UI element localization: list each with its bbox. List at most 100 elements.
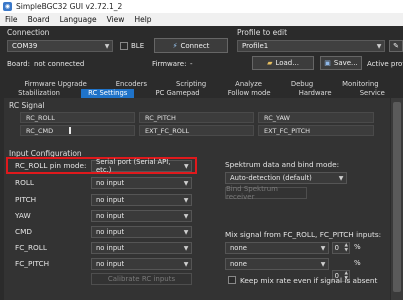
firmware-label: Firmware: [152, 60, 187, 68]
tab-pc-gamepad[interactable]: PC Gamepad [149, 89, 207, 98]
rc-signal-pitch: RC_PITCH [139, 112, 254, 123]
app-icon: ◉ [3, 2, 12, 11]
fc-roll-label: FC_ROLL [15, 243, 47, 252]
bind-spektrum-button[interactable]: Bind Spektrum receiver [225, 185, 307, 201]
tab-monitoring[interactable]: Monitoring [335, 80, 385, 89]
menu-view[interactable]: View [102, 15, 130, 24]
board-label: Board: [7, 60, 30, 68]
menu-help[interactable]: Help [129, 15, 156, 24]
save-button[interactable]: ▣ Save... [320, 56, 362, 70]
scrollbar-thumb[interactable] [393, 102, 401, 292]
rc-signal-ext-fc-pitch-label: EXT_FC_PITCH [264, 126, 311, 135]
pitch-label: PITCH [15, 195, 37, 204]
firmware-value: - [190, 60, 193, 68]
roll-input-value: no input [96, 179, 125, 187]
vertical-scrollbar[interactable] [391, 98, 403, 300]
profile-select[interactable]: Profile1 ▼ [237, 40, 385, 52]
menu-board[interactable]: Board [23, 15, 55, 24]
roll-input-select[interactable]: no input ▼ [91, 177, 192, 189]
pitch-input-value: no input [96, 196, 125, 204]
load-button[interactable]: ▰ Load... [252, 56, 314, 70]
pin-mode-value: Serial port (Serial API, etc.) [96, 158, 171, 174]
mix-value-1: none [230, 244, 247, 252]
chevron-down-icon: ▼ [320, 260, 326, 268]
keep-mix-checkbox[interactable] [228, 276, 236, 284]
mix-unit-1: % [354, 243, 361, 251]
rc-signal-cmd-indicator [69, 127, 72, 134]
ble-label: BLE [131, 42, 145, 50]
mix-value-2: none [230, 260, 247, 268]
cmd-input-value: no input [96, 228, 125, 236]
save-button-label: Save... [333, 59, 358, 67]
tab-scripting[interactable]: Scripting [169, 80, 213, 89]
yaw-input-value: no input [96, 212, 125, 220]
mix-percent-1[interactable]: 0 ▲ ▼ [332, 242, 350, 254]
rc-signal-label: RC Signal [9, 101, 45, 110]
chevron-down-icon: ▼ [104, 42, 110, 50]
chevron-down-icon: ▼ [183, 260, 189, 268]
mix-percent-1-value: 0 [334, 244, 339, 252]
fc-pitch-input-select[interactable]: no input ▼ [91, 258, 192, 270]
active-profile-label: Active profi [367, 60, 403, 68]
chevron-down-icon: ▼ [183, 212, 189, 220]
fc-pitch-input-value: no input [96, 260, 125, 268]
menu-language[interactable]: Language [55, 15, 102, 24]
profile-label: Profile to edit [237, 28, 288, 37]
chevron-down-icon: ▼ [338, 174, 344, 182]
rc-signal-cmd-label: RC_CMD [26, 126, 54, 135]
calibrate-rc-button[interactable]: Calibrate RC inputs [91, 273, 192, 285]
rc-signal-roll-label: RC_ROLL [26, 113, 55, 122]
cmd-label: CMD [15, 227, 33, 236]
roll-label: ROLL [15, 178, 34, 187]
spin-arrows-icon[interactable]: ▲ ▼ [345, 243, 348, 253]
chevron-down-icon: ▼ [184, 162, 189, 170]
tab-rc-settings[interactable]: RC Settings [81, 89, 135, 98]
folder-icon: ▰ [267, 59, 273, 67]
tab-row-bottom: Stabilization RC Settings PC Gamepad Fol… [0, 89, 403, 98]
tab-stabilization[interactable]: Stabilization [11, 89, 67, 98]
pin-mode-label: RC_ROLL pin mode: [15, 161, 87, 170]
cmd-input-select[interactable]: no input ▼ [91, 226, 192, 238]
connect-icon: ⚡ [172, 41, 178, 50]
ble-checkbox[interactable] [120, 42, 128, 50]
rc-signal-yaw-label: RC_YAW [264, 113, 290, 122]
chevron-down-icon: ▼ [183, 179, 189, 187]
tab-analyze[interactable]: Analyze [228, 80, 269, 89]
profile-edit-button[interactable]: ✎ [389, 40, 403, 52]
tab-firmware-upgrade[interactable]: Firmware Upgrade [17, 80, 93, 89]
port-select[interactable]: COM39 ▼ [7, 40, 113, 52]
connect-button-label: Connect [180, 41, 210, 50]
calibrate-rc-label: Calibrate RC inputs [107, 275, 176, 283]
mix-label: Mix signal from FC_ROLL, FC_PITCH inputs… [225, 230, 382, 239]
window-title: SimpleBGC32 GUI v2.72.1_2 [16, 2, 123, 11]
connect-button[interactable]: ⚡ Connect [154, 38, 228, 53]
spektrum-value: Auto-detection (default) [230, 174, 312, 182]
chevron-down-icon: ▼ [183, 228, 189, 236]
yaw-input-select[interactable]: no input ▼ [91, 210, 192, 222]
bind-spektrum-label: Bind Spektrum receiver [226, 185, 278, 201]
tab-encoders[interactable]: Encoders [109, 80, 154, 89]
fc-pitch-label: FC_PITCH [15, 259, 50, 268]
spektrum-select[interactable]: Auto-detection (default) ▼ [225, 172, 347, 184]
menu-bar: File Board Language View Help [0, 13, 403, 26]
fc-roll-input-value: no input [96, 244, 125, 252]
rc-signal-yaw: RC_YAW [258, 112, 374, 123]
chevron-down-icon: ▼ [376, 42, 382, 50]
tab-debug[interactable]: Debug [284, 80, 320, 89]
tab-hardware[interactable]: Hardware [292, 89, 339, 98]
chevron-down-icon: ▼ [183, 196, 189, 204]
mix-unit-2: % [354, 259, 361, 267]
menu-file[interactable]: File [0, 15, 23, 24]
chevron-down-icon: ▼ [183, 244, 189, 252]
mix-select-2[interactable]: none ▼ [225, 258, 329, 270]
tab-service[interactable]: Service [353, 89, 392, 98]
board-value: not connected [34, 60, 85, 68]
fc-roll-input-select[interactable]: no input ▼ [91, 242, 192, 254]
port-value: COM39 [12, 42, 38, 50]
pitch-input-select[interactable]: no input ▼ [91, 194, 192, 206]
pin-mode-select[interactable]: Serial port (Serial API, etc.) ▼ [91, 158, 192, 174]
rc-signal-pitch-label: RC_PITCH [145, 113, 176, 122]
mix-select-1[interactable]: none ▼ [225, 242, 329, 254]
tab-follow-mode[interactable]: Follow mode [221, 89, 278, 98]
connection-label: Connection [7, 28, 50, 37]
